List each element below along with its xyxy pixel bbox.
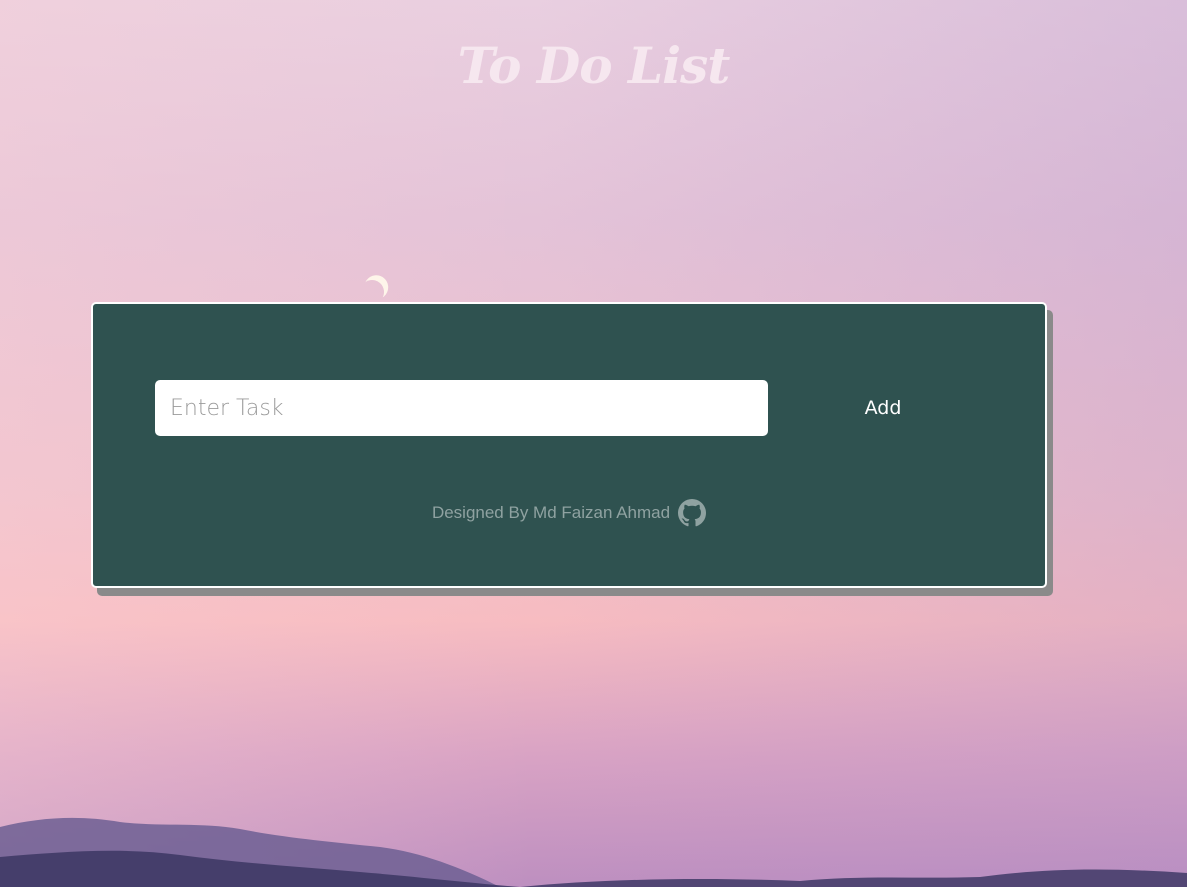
todo-card: Add Designed By Md Faizan Ahmad (91, 302, 1047, 588)
task-input[interactable] (155, 380, 768, 436)
credit-text: Designed By Md Faizan Ahmad (431, 503, 671, 522)
add-button[interactable]: Add (833, 390, 933, 426)
footer-credit: Designed By Md Faizan Ahmad (93, 499, 1045, 527)
hills-silhouette (0, 817, 1187, 887)
page-title: To Do List (457, 36, 731, 95)
github-icon[interactable] (678, 499, 707, 527)
